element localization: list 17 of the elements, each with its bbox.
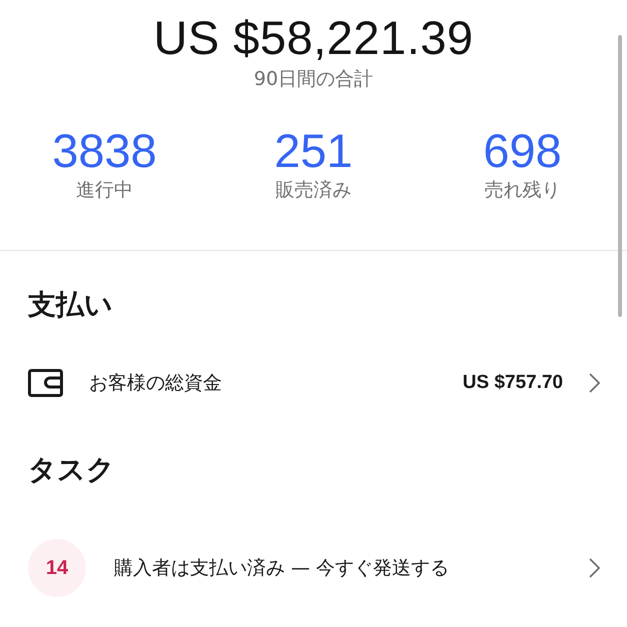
stat-value: 3838 bbox=[52, 125, 157, 177]
stat-label: 進行中 bbox=[76, 178, 133, 203]
stat-value: 698 bbox=[483, 125, 562, 177]
section-heading: 支払い bbox=[28, 287, 113, 323]
section-heading: タスク bbox=[28, 452, 115, 488]
total-caption: 90日間の合計 bbox=[254, 67, 374, 91]
chevron-right-icon bbox=[589, 373, 600, 393]
chevron-right-icon bbox=[589, 558, 600, 578]
stat-label: 販売済み bbox=[276, 178, 352, 203]
task-label[interactable]: 購入者は支払い済み — 今すぐ発送する bbox=[114, 555, 589, 581]
funds-label[interactable]: お客様の総資金 bbox=[89, 370, 463, 396]
stat-label: 売れ残り bbox=[484, 178, 560, 203]
wallet-icon bbox=[28, 369, 63, 397]
total-amount: US $58,221.39 bbox=[153, 10, 474, 66]
stat-value: 251 bbox=[274, 125, 353, 177]
count-badge: 14 bbox=[28, 539, 86, 597]
funds-amount: US $757.70 bbox=[462, 372, 563, 394]
